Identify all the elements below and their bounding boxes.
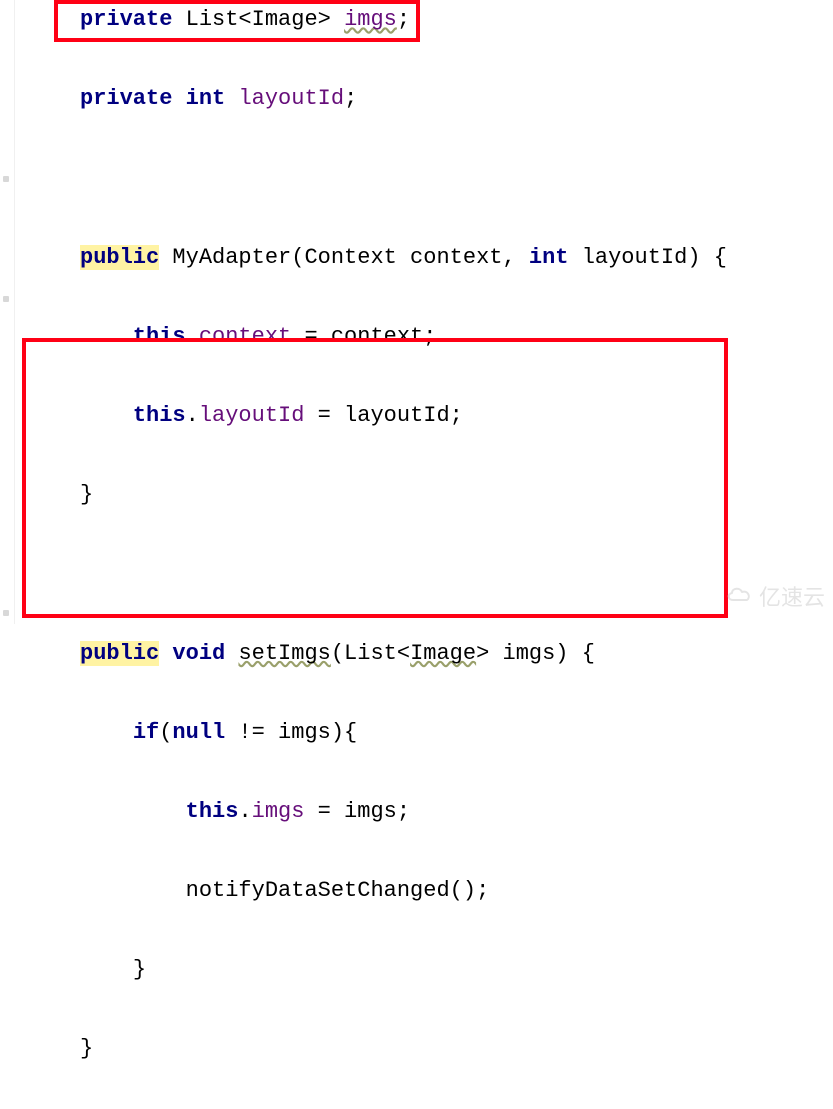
code-line (34, 158, 833, 198)
code-line: } (34, 475, 833, 515)
code-line: private List<Image> imgs; (34, 0, 833, 40)
code-line: notifyDataSetChanged(); (34, 871, 833, 911)
code-line: } (34, 950, 833, 990)
code-line: this.layoutId = layoutId; (34, 396, 833, 436)
code-line: public MyAdapter(Context context, int la… (34, 238, 833, 278)
code-line: this.imgs = imgs; (34, 792, 833, 832)
keyword-private: private (80, 7, 172, 32)
code-line: this.context = context; (34, 317, 833, 357)
code-line: private int layoutId; (34, 79, 833, 119)
watermark-text: 亿速云 (759, 578, 825, 618)
watermark: 亿速云 (725, 578, 825, 618)
field-imgs: imgs (344, 7, 397, 32)
field-layoutId: layoutId (238, 86, 344, 111)
keyword-public: public (80, 641, 159, 666)
code-line: } (34, 1029, 833, 1069)
code-line (34, 554, 833, 594)
code-line: public void setImgs(List<Image> imgs) { (34, 634, 833, 674)
keyword-public: public (80, 245, 159, 270)
cloud-icon (725, 578, 755, 618)
method-setImgs: setImgs (238, 641, 330, 666)
code-editor[interactable]: private List<Image> imgs; private int la… (0, 0, 833, 1109)
code-line: if(null != imgs){ (34, 713, 833, 753)
